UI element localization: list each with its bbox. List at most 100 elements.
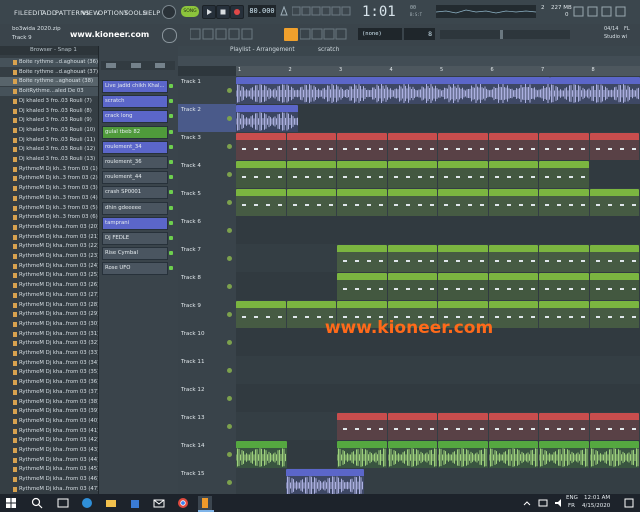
channel-name[interactable]: gulal tbeb 82 [105, 129, 140, 135]
channel-led[interactable] [169, 129, 173, 134]
track-lane[interactable]: Pattern 4 Pattern 4 Pattern 4 Pattern 4 Patt… [236, 244, 640, 278]
channel-name[interactable]: Rose UFO [105, 265, 130, 271]
channel-led[interactable] [169, 220, 173, 225]
menu-help[interactable]: HELP [143, 9, 160, 17]
browser-item[interactable]: RythmeM Dj kh..3 from 03 (2) [0, 174, 98, 183]
pitch-knob[interactable] [162, 28, 177, 43]
channel-name[interactable]: roulement_34 [105, 144, 142, 150]
track-status-led[interactable] [227, 340, 232, 345]
browser-item[interactable]: RythmeM Dj kha..from 03 (31) [0, 330, 98, 339]
browser-item[interactable]: Dj khaled 3 fro..03 Rouli (11) [0, 136, 98, 145]
task-view-icon[interactable] [56, 496, 70, 510]
channel-name[interactable]: roulement_36 [105, 159, 142, 165]
browser-item[interactable]: RythmeM Dj kh..3 from 03 (5) [0, 204, 98, 213]
channel-led[interactable] [169, 266, 173, 271]
track-header[interactable]: Track 7 [178, 244, 236, 273]
channel-row[interactable]: Live jadid chikh Khal... [102, 80, 173, 93]
song-pattern-toggle[interactable]: SONG [181, 6, 199, 17]
channel-row[interactable]: roulement_36 [102, 156, 173, 169]
browser-item[interactable]: RythmeM Dj kha..from 03 (42) [0, 436, 98, 445]
track-lane[interactable] [236, 216, 640, 245]
browser-item[interactable]: RythmeM Dj kha..from 03 (34) [0, 359, 98, 368]
channel-name[interactable]: DJ FEDLE [105, 235, 129, 241]
track-status-led[interactable] [227, 284, 232, 289]
track-status-led[interactable] [227, 480, 232, 485]
network-icon[interactable] [536, 496, 550, 510]
track-status-led[interactable] [227, 256, 232, 261]
browser-item[interactable]: RythmeM Dj kha..from 03 (27) [0, 291, 98, 300]
tray-arrow-icon[interactable] [520, 496, 534, 510]
browser-item[interactable]: RythmeM Dj kha..from 03 (41) [0, 427, 98, 436]
channel-name[interactable]: roulement_44 [105, 174, 142, 180]
track-header[interactable]: Track 11 [178, 356, 236, 385]
channel-row[interactable]: Rise Cymbal [102, 247, 173, 261]
browser-item[interactable]: Dj khaled 3 fro..03 Rouli (10) [0, 126, 98, 135]
track-lane[interactable]: gulal tbeb 82 gulal tbeb 82 gulal tbeb 82 g… [236, 440, 640, 474]
channel-led[interactable] [169, 175, 173, 180]
browser-item[interactable]: RythmeM Dj kha..from 03 (33) [0, 349, 98, 358]
track-status-led[interactable] [227, 116, 232, 121]
stop-button[interactable] [216, 5, 230, 19]
browser-item[interactable]: Dj khaled 3 fro..03 Rouli (13) [0, 155, 98, 164]
browser-item[interactable]: RythmeM Dj kha..from 03 (24) [0, 262, 98, 271]
track-lane[interactable] [236, 384, 640, 413]
channel-led[interactable] [169, 114, 173, 119]
browser-item[interactable]: RythmeM Dj kha..from 03 (47) [0, 485, 98, 494]
draw-tool-button[interactable] [284, 28, 298, 41]
channel-name[interactable]: crack long [105, 113, 132, 119]
channel-led[interactable] [169, 251, 173, 256]
browser-item[interactable]: RythmeM Dj kha..from 03 (44) [0, 456, 98, 465]
browser-item[interactable]: RythmeM Dj kh..3 from 03 (3) [0, 184, 98, 193]
record-button[interactable] [230, 5, 244, 19]
tempo-display[interactable]: 80.000 [248, 5, 276, 17]
channel-row[interactable]: gulal tbeb 82 [102, 125, 173, 139]
browser-item[interactable]: RythmeM Dj kha..from 03 (43) [0, 446, 98, 455]
channel-row[interactable]: crash SP0001 [102, 186, 173, 200]
volume-icon[interactable] [552, 496, 566, 510]
channel-name[interactable]: Live jadid chikh Khal... [105, 83, 165, 89]
channel-led[interactable] [169, 144, 173, 149]
track-lane[interactable]: Pattern 2 Pattern 2 Pattern 2 Pattern 2 Patt… [236, 160, 640, 194]
track-status-led[interactable] [227, 368, 232, 373]
channel-row[interactable]: crack long [102, 110, 173, 124]
channel-led[interactable] [169, 84, 173, 88]
channel-led[interactable] [169, 190, 173, 195]
browser-item[interactable]: Dj khaled 3 fro..03 Rouli (9) [0, 116, 98, 125]
browser-item[interactable]: RythmeM Dj kha..from 03 (45) [0, 465, 98, 474]
track-lane[interactable]: Pattern 11 Pattern 11 Pattern 11 Pattern 11… [236, 412, 640, 446]
browser-item[interactable]: RythmeM Dj kh..3 from 03 (1) [0, 165, 98, 174]
mail-icon[interactable] [152, 496, 166, 510]
browser-item[interactable]: Boite rythme ..d.aghouat (36) [0, 58, 98, 67]
browser-item[interactable]: RythmeM Dj kha..from 03 (39) [0, 407, 98, 416]
track-header[interactable]: Track 6 [178, 216, 236, 245]
track-status-led[interactable] [227, 200, 232, 205]
channel-row[interactable]: DJ FEDLE [102, 232, 173, 245]
browser-item[interactable]: RythmeM Dj kha..from 03 (32) [0, 339, 98, 348]
language-indicator[interactable]: ENG [566, 495, 578, 501]
track-status-led[interactable] [227, 424, 232, 429]
browser-item[interactable]: RythmeM Dj kha..from 03 (28) [0, 301, 98, 310]
track-status-led[interactable] [227, 172, 232, 177]
track-header[interactable]: Track 13 [178, 412, 236, 441]
timeline-ruler[interactable]: 1 2 3 4 5 6 7 8 [236, 66, 640, 76]
browser-item[interactable]: RythmeM Dj kha..from 03 (23) [0, 252, 98, 261]
channel-name[interactable]: scratch [105, 98, 124, 104]
track-lane[interactable]: roulement_34 [236, 468, 640, 502]
track-lane[interactable]: crack long [236, 104, 640, 138]
snap-select[interactable]: (none) [358, 28, 402, 40]
channel-name[interactable]: crash SP0001 [105, 189, 141, 195]
browser-item[interactable]: RythmeM Dj kha..from 03 (35) [0, 368, 98, 377]
track-lane[interactable]: Pattern 5 Pattern 5 Pattern 5 Pattern 5 Patt… [236, 272, 640, 306]
track-header[interactable]: Track 1 [178, 76, 236, 105]
browser-item[interactable]: Boite rythme ..d.aghouat (37) [0, 68, 98, 77]
search-icon[interactable] [30, 496, 44, 510]
browser-item[interactable]: RythmeM Dj kha..from 03 (29) [0, 310, 98, 319]
track-lane[interactable]: Pattern 1 Pattern 1 Pattern 1 Pattern 1 Patt… [236, 132, 640, 166]
track-status-led[interactable] [227, 452, 232, 457]
browser-item[interactable]: RythmeM Dj kha..from 03 (40) [0, 417, 98, 426]
fl-studio-taskbar-icon[interactable] [198, 496, 212, 510]
track-header[interactable]: Track 8 [178, 272, 236, 301]
track-header[interactable]: Track 2 [178, 104, 236, 133]
channel-row[interactable]: tamprani [102, 216, 173, 230]
channel-name[interactable]: Rise Cymbal [105, 250, 138, 256]
